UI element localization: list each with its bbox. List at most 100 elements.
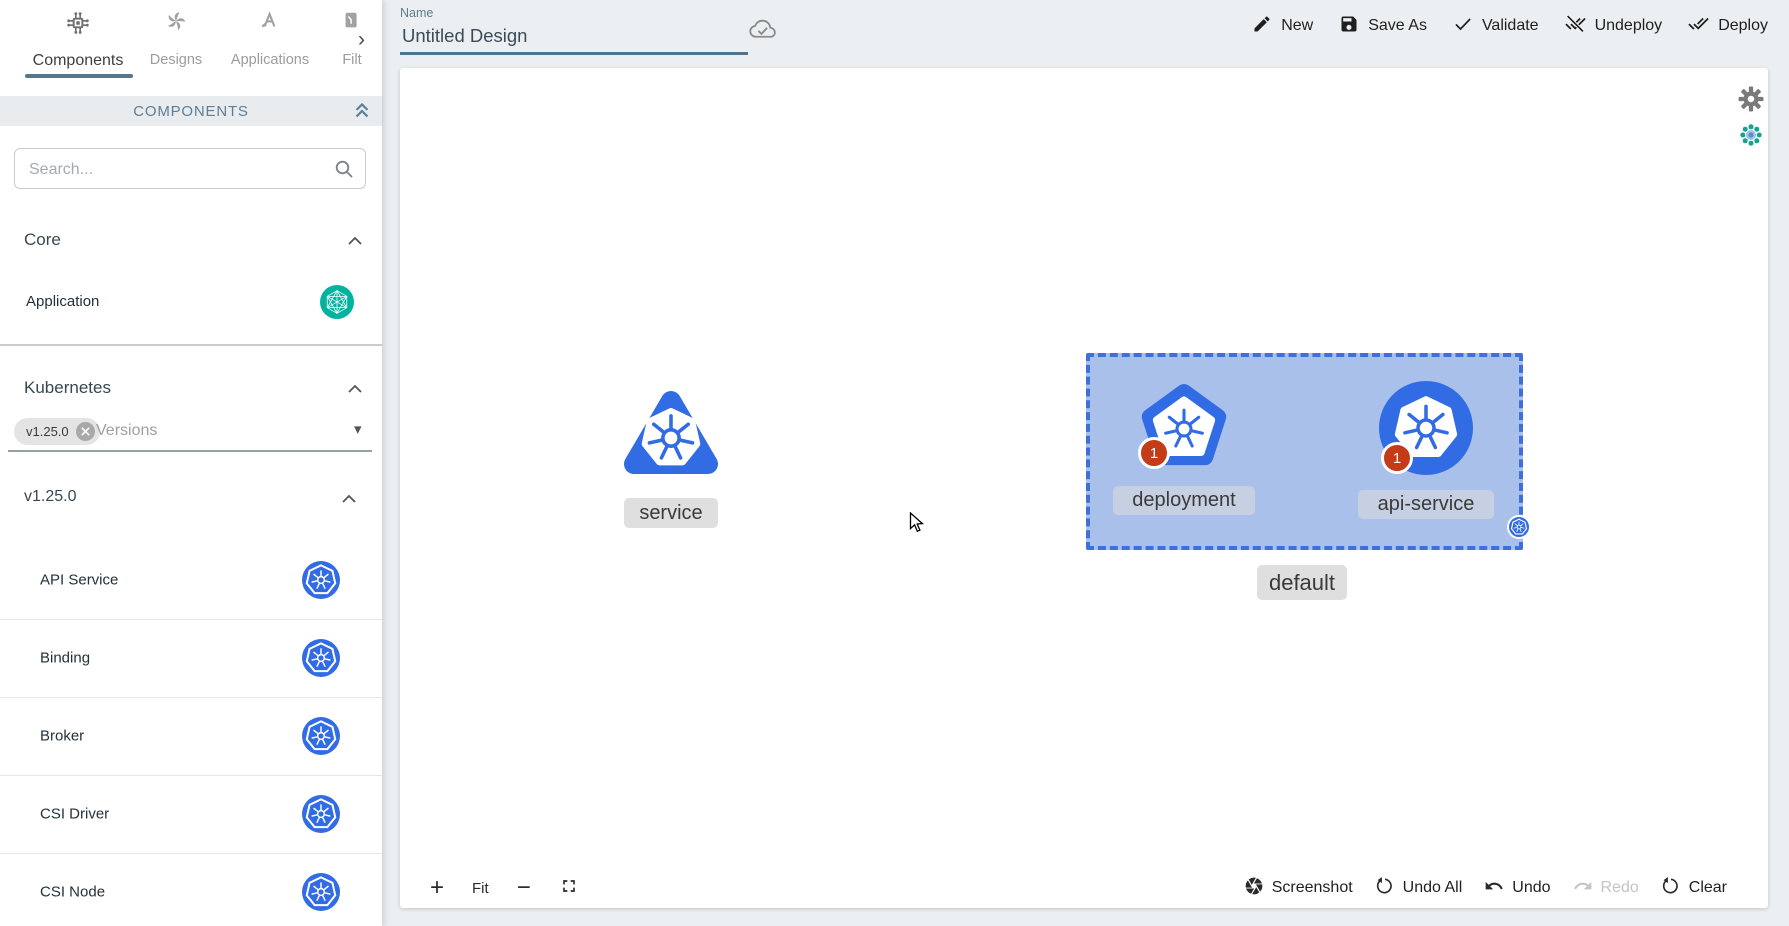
check-icon <box>1453 14 1473 39</box>
tab-applications-label: Applications <box>222 52 318 68</box>
double-check-icon <box>1688 13 1709 39</box>
remove-version-icon[interactable] <box>76 422 95 441</box>
cloud-saved-icon <box>748 16 778 45</box>
components-icon <box>65 10 91 41</box>
redo-button[interactable]: Redo <box>1573 876 1639 901</box>
active-tab-indicator <box>25 74 133 78</box>
tab-components-label: Components <box>8 52 148 70</box>
item-label: CSI Node <box>40 884 105 901</box>
components-panel-header: COMPONENTS <box>0 96 382 126</box>
versions-underline <box>8 450 372 452</box>
node-service[interactable] <box>621 385 721 485</box>
search-box <box>14 148 366 189</box>
kubernetes-section-title: Kubernetes <box>24 378 111 398</box>
tab-filters-label: Filt <box>322 52 382 68</box>
screenshot-button[interactable]: Screenshot <box>1244 876 1353 901</box>
meshery-application-icon[interactable] <box>320 285 354 324</box>
zoom-toolbar: + Fit − <box>430 868 579 908</box>
search-icon[interactable] <box>333 158 355 185</box>
undo-all-button[interactable]: Undo All <box>1375 876 1463 901</box>
component-item-broker[interactable]: Broker <box>0 697 382 776</box>
tab-designs[interactable]: Designs <box>136 0 216 80</box>
group-label-default[interactable]: default <box>1257 565 1347 600</box>
meshery-extension-page: Components Designs <box>0 0 1789 926</box>
clear-button-label: Clear <box>1689 879 1727 897</box>
zoom-out-button[interactable]: − <box>517 876 531 900</box>
redo-arrow-icon <box>1573 876 1593 901</box>
node-label-deployment[interactable]: deployment <box>1113 486 1255 515</box>
clear-button[interactable]: Clear <box>1661 876 1727 901</box>
versions-dropdown-caret-icon[interactable]: ▾ <box>354 420 362 438</box>
kubernetes-context-icon[interactable] <box>1739 123 1763 152</box>
versions-placeholder: Versions <box>96 422 157 440</box>
kubernetes-icon <box>302 795 340 833</box>
version-group-collapse-chevron-icon[interactable] <box>340 492 358 511</box>
design-name-input[interactable] <box>400 22 744 50</box>
clear-restore-icon <box>1661 876 1681 901</box>
kubernetes-icon <box>302 717 340 755</box>
tab-designs-label: Designs <box>136 52 216 68</box>
restore-icon <box>1375 876 1395 901</box>
undeploy-button[interactable]: Undeploy <box>1565 13 1663 39</box>
kubernetes-icon <box>302 873 340 911</box>
applications-icon <box>259 10 281 37</box>
more-tabs-chevron-icon[interactable]: › <box>358 28 365 52</box>
mouse-cursor <box>909 512 929 539</box>
version-chip-label: v1.25.0 <box>26 424 69 439</box>
component-item-csi-driver[interactable]: CSI Driver <box>0 775 382 854</box>
undo-all-button-label: Undo All <box>1403 879 1463 897</box>
search-input[interactable] <box>27 149 331 190</box>
pencil-icon <box>1252 14 1272 39</box>
node-label-api-service[interactable]: api-service <box>1358 490 1494 519</box>
save-as-button[interactable]: Save As <box>1339 14 1427 39</box>
redo-button-label: Redo <box>1601 879 1639 897</box>
double-check-slash-icon <box>1565 13 1586 39</box>
undo-button[interactable]: Undo <box>1484 876 1550 901</box>
save-icon <box>1339 14 1359 39</box>
undo-button-label: Undo <box>1512 879 1550 897</box>
kubernetes-collapse-chevron-icon[interactable] <box>346 382 364 401</box>
new-button-label: New <box>1281 17 1313 35</box>
design-name-underline <box>400 52 748 55</box>
tab-filters[interactable]: Filt <box>322 0 382 80</box>
components-panel-title: COMPONENTS <box>133 103 249 120</box>
kubernetes-icon <box>302 639 340 677</box>
component-item-binding[interactable]: Binding <box>0 619 382 698</box>
designs-icon <box>165 10 187 37</box>
item-label: Broker <box>40 728 84 745</box>
fit-view-button[interactable]: Fit <box>472 880 489 897</box>
versions-select[interactable]: v1.25.0 Versions ▾ <box>0 418 382 450</box>
version-chip[interactable]: v1.25.0 <box>14 418 100 445</box>
new-button[interactable]: New <box>1252 14 1313 39</box>
undeploy-button-label: Undeploy <box>1595 17 1663 35</box>
camera-shutter-icon <box>1244 876 1264 901</box>
canvas-settings-gear-icon[interactable] <box>1738 86 1764 117</box>
zoom-in-button[interactable]: + <box>430 876 444 900</box>
node-label-service[interactable]: service <box>624 498 718 528</box>
tab-applications[interactable]: Applications <box>222 0 318 80</box>
component-item-csi-node[interactable]: CSI Node <box>0 853 382 926</box>
component-item-application[interactable]: Application <box>0 278 382 326</box>
core-section-title: Core <box>24 230 61 250</box>
item-label: Binding <box>40 650 90 667</box>
tab-components[interactable]: Components <box>8 0 148 80</box>
history-toolbar: Screenshot Undo All Undo Redo Clear <box>1244 868 1727 908</box>
collapse-panel-icon[interactable] <box>352 99 372 128</box>
deployment-count-badge: 1 <box>1138 437 1170 469</box>
screenshot-button-label: Screenshot <box>1272 879 1353 897</box>
item-label: CSI Driver <box>40 806 109 823</box>
item-label: API Service <box>40 572 118 589</box>
design-name-label: Name <box>400 6 433 20</box>
group-kubernetes-badge-icon[interactable] <box>1507 515 1531 539</box>
design-actions-toolbar: New Save As Validate Undeploy Deploy <box>1252 13 1768 39</box>
section-divider <box>0 344 382 346</box>
validate-button[interactable]: Validate <box>1453 14 1539 39</box>
component-item-api-service[interactable]: API Service <box>0 541 382 620</box>
kubernetes-icon <box>302 561 340 599</box>
deploy-button-label: Deploy <box>1718 17 1768 35</box>
design-canvas[interactable]: service 1 deployment 1 api-service <box>400 68 1768 908</box>
fullscreen-button[interactable] <box>559 876 579 901</box>
deploy-button[interactable]: Deploy <box>1688 13 1768 39</box>
core-collapse-chevron-icon[interactable] <box>346 234 364 253</box>
save-as-button-label: Save As <box>1368 17 1427 35</box>
